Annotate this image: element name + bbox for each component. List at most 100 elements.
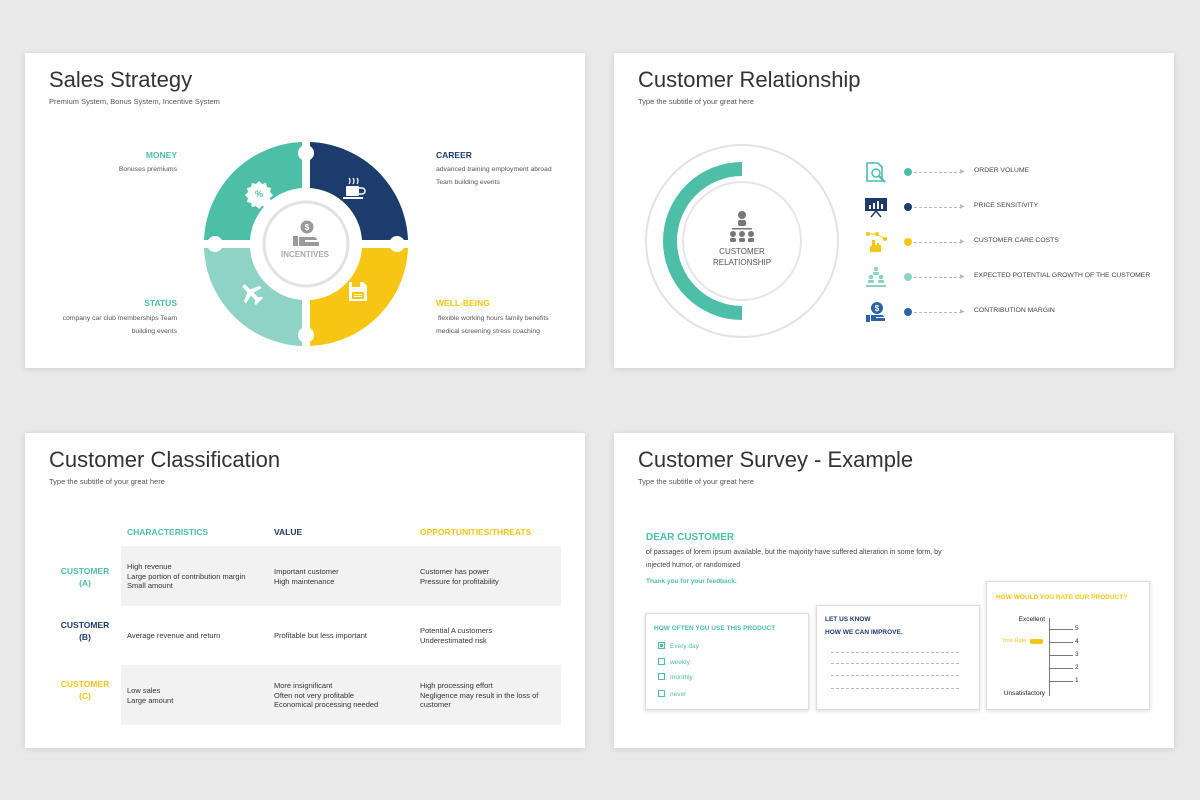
slide-subtitle: Premium System, Bonus System, Incentive … [49,97,220,106]
option-label: weekly [670,659,690,666]
checkbox-icon[interactable] [658,690,665,697]
feedback-title-2: HOW WE CAN IMPROVE. [825,629,903,636]
option-never[interactable]: never [658,690,686,698]
rating-tick [1059,642,1073,643]
your-rate-label: Your Rate [1002,638,1027,644]
option-every-day[interactable]: Every day [658,642,699,650]
dashed-connector [914,241,962,243]
row-label-b: CUSTOMER (B) [45,619,125,643]
checkbox-icon[interactable] [658,658,665,665]
relationship-ring [645,144,839,338]
option-monthly[interactable]: monthly [658,673,693,681]
cell-line: Large portion of contribution margin [127,571,246,581]
metric-row: ▶ PRICE SENSITIVITY [864,196,1164,218]
metric-dot [904,168,912,176]
rating-branch [1049,629,1059,630]
rating-branch [1049,655,1059,656]
option-label: monthly [670,674,693,681]
feedback-input-line[interactable] [831,688,959,689]
row-label-line: (A) [79,578,91,588]
metric-row: $ ▶ CONTRIBUTION MARGIN [864,301,1164,323]
cell-characteristics-c: Low sales Large amount [127,686,173,705]
slide-sales-strategy: Sales Strategy Premium System, Bonus Sys… [25,53,585,368]
arrow-icon: ▶ [960,204,965,210]
cell-line: Small amount [127,581,173,590]
checkbox-icon[interactable] [658,673,665,680]
row-label-a: CUSTOMER (A) [45,565,125,589]
row-label-line: CUSTOMER [60,566,110,576]
document-search-icon [866,162,886,183]
feedback-input-line[interactable] [831,675,959,676]
slide-subtitle: Type the subtitle of your great here [638,97,754,106]
slide-title: Customer Survey - Example [638,447,914,472]
rating-value[interactable]: 5 [1075,625,1079,632]
row-label-line: (B) [79,632,91,642]
cell-characteristics-b: Average revenue and return [127,631,220,641]
metric-row: ▶ ORDER VOLUME [864,161,1164,183]
cell-line: Underestimated risk [420,635,487,645]
center-label-1: CUSTOMER [719,247,765,256]
slide-customer-classification: Customer Classification Type the subtitl… [25,433,585,748]
feedback-input-line[interactable] [831,652,959,653]
svg-text:$: $ [305,223,310,232]
center-label-2: RELATIONSHIP [712,258,772,267]
feedback-card: LET US KNOW HOW WE CAN IMPROVE. [816,605,980,710]
rating-value[interactable]: 1 [1075,677,1079,684]
metric-dot [904,238,912,246]
slide-title: Customer Relationship [638,67,861,92]
metric-label: ORDER VOLUME [974,167,1030,174]
cell-line: High processing effort [420,681,493,690]
row-label-c: CUSTOMER (C) [45,678,125,702]
header-opportunities: OPPORTUNITIES/THREATS [420,527,532,537]
wellbeing-text-2: medical screening stress coaching [436,328,540,335]
thanks-text: Thank you for your feedback. [646,578,737,585]
svg-text:%: % [255,189,263,199]
cell-line: Low sales [127,686,161,695]
rating-value[interactable]: 3 [1075,651,1079,658]
cell-value-a: Important customer High maintenance [274,567,339,586]
rating-question: HOW WOULD YOU RATE OUR PRODUCT? [996,594,1128,601]
hand-dollar-icon: $ [866,302,885,322]
career-text-1: advanced training employment abroad [436,166,552,173]
career-text-2: Team building events [436,179,500,186]
cell-line: Large amount [127,695,174,705]
knob [298,145,314,161]
row-label-line: (C) [79,691,91,701]
cell-line: Pressure for profitability [420,576,499,586]
rating-value[interactable]: 2 [1075,664,1079,671]
arrow-icon: ▶ [960,274,965,280]
rating-branch [1049,642,1059,643]
arrow-icon: ▶ [960,239,965,245]
slide-customer-relationship: Customer Relationship Type the subtitle … [614,53,1174,368]
cell-opportunities-c: High processing effort Negligence may re… [420,681,538,710]
metric-row: ▶ EXPECTED POTENTIAL GROWTH OF THE CUSTO… [864,266,1164,288]
presentation-chart-icon [865,198,887,218]
header-value: VALUE [274,527,303,537]
cell-line: High maintenance [274,576,335,586]
center-label: INCENTIVES [280,250,329,259]
row-label-line: CUSTOMER [60,620,110,630]
incentives-wheel: $ % [204,142,408,346]
knob [389,236,405,252]
cell-opportunities-b: Potential A customers Underestimated ris… [420,626,492,645]
status-text-2: building events [131,328,177,335]
dashed-connector [914,311,962,313]
cell-line: More insignificant [274,681,333,690]
dear-customer-heading: DEAR CUSTOMER [646,532,735,543]
metric-dot [904,203,912,211]
metric-label: PRICE SENSITIVITY [974,202,1039,209]
cell-value-c: More insignificant Often not very profit… [274,681,378,710]
rating-tick [1059,655,1073,656]
slide-customer-survey: Customer Survey - Example Type the subti… [614,433,1174,748]
slide-title: Customer Classification [49,447,281,472]
metric-label: EXPECTED POTENTIAL GROWTH OF THE CUSTOME… [974,272,1151,279]
row-label-line: CUSTOMER [60,679,110,689]
rating-branch [1049,668,1059,669]
feedback-input-line[interactable] [831,663,959,664]
checked-box-icon[interactable] [658,642,665,649]
cell-value-b: Profitable but less important [274,631,367,641]
floppy-disk-icon [349,282,367,301]
option-weekly[interactable]: weekly [658,658,690,666]
cell-line: Important customer [274,567,339,576]
rating-value[interactable]: 4 [1075,638,1079,645]
